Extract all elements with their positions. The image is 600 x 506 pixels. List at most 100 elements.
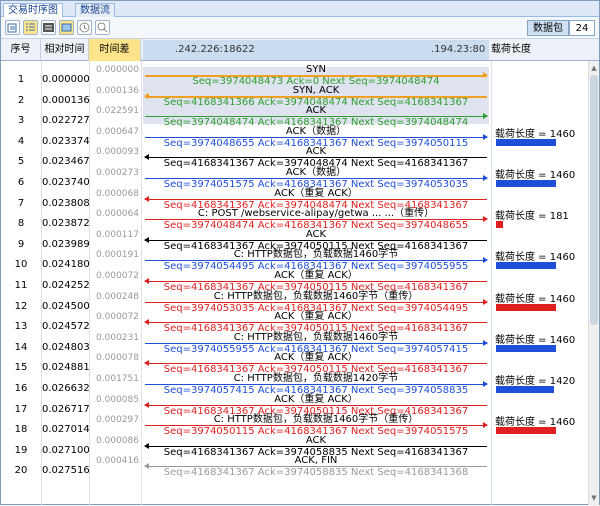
- row-delta-time: 0.000085: [96, 394, 139, 405]
- packet-summary: ACK, FIN: [294, 455, 338, 467]
- column-divider: [491, 61, 492, 506]
- tab-bar: 交易时序图 数据流: [1, 1, 599, 18]
- row-number: 13: [14, 321, 28, 333]
- search-icon[interactable]: [95, 20, 110, 35]
- payload-length-bar: [496, 344, 556, 352]
- row-delta-time: 0.000078: [96, 353, 139, 364]
- row-delta-time: 0.000117: [96, 229, 139, 240]
- row-relative-time: 0.027516: [42, 465, 90, 477]
- scroll-thumb[interactable]: [590, 75, 598, 325]
- payload-length-label: 载荷长度 = 181: [495, 211, 569, 223]
- row-relative-time: 0.023989: [42, 238, 90, 250]
- row-relative-time: 0.026717: [42, 403, 90, 415]
- row-relative-time: 0.024881: [42, 362, 90, 374]
- payload-length-bar: [496, 221, 503, 229]
- packet-summary: ACK（重复 ACK）: [274, 393, 358, 405]
- row-delta-time: 0.000231: [96, 332, 139, 343]
- packet-count-label: 数据包: [527, 20, 569, 36]
- row-relative-time: 0.027100: [42, 444, 90, 456]
- vertical-scrollbar[interactable]: ▲ ▼: [588, 61, 599, 506]
- row-relative-time: 0.023808: [42, 197, 90, 209]
- header-payload[interactable]: 载荷长度: [491, 39, 551, 61]
- payload-length-bar: [496, 138, 556, 146]
- sequence-diagram-window: 交易时序图 数据流 数据包 24 序号 相对时间 时间差 .242.226:18…: [0, 0, 600, 506]
- left-host-ip: .242.226:18622: [175, 44, 255, 55]
- payload-length-label: 载荷长度 = 1420: [495, 376, 576, 387]
- row-relative-time: 0.024572: [42, 321, 90, 333]
- row-relative-time: 0.000000: [42, 74, 90, 85]
- row-number: 16: [14, 383, 28, 394]
- row-relative-time: 0.023374: [42, 135, 90, 147]
- packet-summary: C: HTTP数据包，负载数据1460字节: [233, 249, 399, 261]
- clock-icon[interactable]: [77, 20, 92, 35]
- row-relative-time: 0.027014: [42, 424, 90, 436]
- row-delta-time: 0.000000: [96, 65, 139, 75]
- tab-data-flow[interactable]: 数据流: [75, 3, 115, 17]
- packet-summary: ACK（重复 ACK）: [274, 311, 358, 323]
- row-number: 6: [17, 177, 25, 188]
- packet-summary: ACK: [305, 434, 327, 446]
- packet-summary: SYN, ACK: [292, 84, 340, 96]
- row-relative-time: 0.000136: [42, 94, 90, 106]
- packet-summary: C: HTTP数据包，负载数据1420字节: [233, 373, 399, 384]
- export-icon[interactable]: [5, 20, 20, 35]
- row-number: 7: [17, 197, 25, 209]
- hex-icon[interactable]: [41, 20, 56, 35]
- row-number: 4: [17, 135, 25, 147]
- toolbar: 数据包 24: [1, 17, 599, 39]
- packet-summary: C: HTTP数据包，负载数据1460字节: [233, 331, 399, 343]
- row-delta-time: 0.000136: [96, 85, 139, 96]
- header-seq[interactable]: 序号: [1, 39, 41, 61]
- row-delta-time: 0.000248: [96, 291, 139, 302]
- row-relative-time: 0.023872: [42, 218, 90, 230]
- payload-length-bar: [496, 262, 556, 270]
- row-delta-time: 0.001751: [96, 374, 139, 384]
- payload-length-label: 载荷长度 = 1460: [495, 128, 576, 140]
- packet-summary: ACK: [305, 105, 327, 117]
- scroll-up-icon[interactable]: ▲: [590, 63, 598, 73]
- row-number: 9: [17, 238, 25, 250]
- packet-summary: C: HTTP数据包，负载数据1460字节（重传）: [213, 290, 419, 302]
- row-relative-time: 0.024180: [42, 259, 90, 271]
- payload-length-bar: [496, 303, 556, 311]
- row-number: 2: [17, 94, 25, 106]
- row-relative-time: 0.024252: [42, 280, 90, 291]
- payload-length-label: 载荷长度 = 1460: [495, 417, 576, 429]
- row-number: 3: [17, 115, 25, 127]
- image-icon[interactable]: [59, 20, 74, 35]
- row-number: 17: [14, 403, 28, 415]
- header-relative-time[interactable]: 相对时间: [41, 39, 89, 61]
- row-number: 18: [14, 424, 28, 436]
- payload-length-label: 载荷长度 = 1460: [495, 334, 576, 346]
- payload-length-label: 载荷长度 = 1460: [495, 170, 576, 181]
- row-number: 10: [14, 259, 28, 271]
- packet-summary: ACK: [305, 146, 327, 158]
- row-relative-time: 0.023467: [42, 156, 90, 168]
- row-relative-time: 0.023740: [42, 177, 90, 188]
- row-relative-time: 0.024803: [42, 341, 90, 353]
- row-delta-time: 0.000191: [96, 250, 139, 261]
- packet-summary: C: POST /webservice-alipay/getwa ... ...…: [197, 208, 435, 220]
- row-delta-time: 0.000086: [96, 435, 139, 446]
- packet-summary: ACK: [305, 228, 327, 240]
- list-icon[interactable]: [23, 20, 38, 35]
- row-delta-time: 0.000064: [96, 209, 139, 220]
- row-number: 19: [14, 444, 28, 456]
- column-divider: [141, 61, 142, 506]
- column-header: 序号 相对时间 时间差 .242.226:18622 .194.23:80 载荷…: [1, 39, 599, 61]
- row-delta-time: 0.022591: [96, 106, 139, 117]
- packet-seq-info: Seq=4168341367 Ack=3974058835 Next Seq=4…: [163, 467, 469, 479]
- row-relative-time: 0.026632: [42, 383, 90, 394]
- row-number: 20: [14, 465, 28, 477]
- packet-summary: SYN: [306, 64, 326, 75]
- row-number: 12: [14, 300, 28, 312]
- packet-summary: ACK（数据）: [285, 167, 347, 178]
- scroll-down-icon[interactable]: ▼: [590, 493, 598, 503]
- row-delta-time: 0.000072: [96, 271, 139, 281]
- tab-sequence-diagram[interactable]: 交易时序图: [3, 3, 63, 18]
- row-delta-time: 0.000093: [96, 147, 139, 158]
- row-number: 15: [14, 362, 28, 374]
- header-delta-time[interactable]: 时间差: [89, 39, 141, 61]
- row-delta-time: 0.000647: [96, 126, 139, 137]
- packet-summary: ACK（重复 ACK）: [274, 270, 358, 281]
